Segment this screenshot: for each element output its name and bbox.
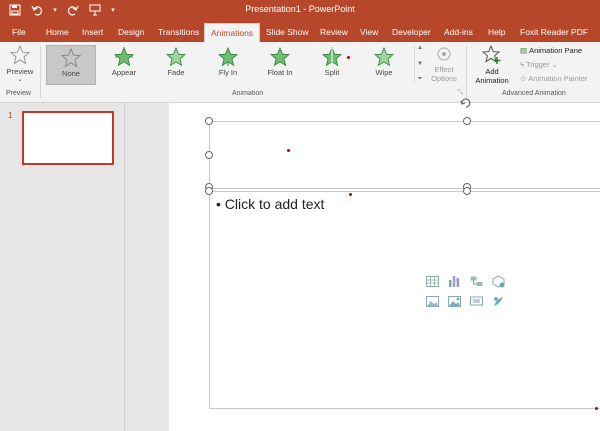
tab-review[interactable]: Review bbox=[320, 22, 348, 42]
animation-pane-label: Animation Pane bbox=[529, 46, 583, 55]
red-marker bbox=[347, 56, 350, 59]
tab-slide-show[interactable]: Slide Show bbox=[266, 22, 309, 42]
content-placeholder[interactable]: • Click to add text bbox=[209, 191, 600, 409]
click-to-add-text: Click to add text bbox=[224, 196, 325, 212]
rotate-handle-icon[interactable] bbox=[460, 97, 472, 109]
animation-fly-in-label: Fly In bbox=[218, 68, 238, 77]
fade-star-icon bbox=[166, 47, 186, 67]
animation-fade[interactable]: Fade bbox=[152, 45, 200, 83]
slide-canvas[interactable]: • Click to add text bbox=[169, 98, 600, 431]
add-animation-button[interactable]: Add Animation bbox=[470, 44, 514, 89]
insert-icons-icon[interactable] bbox=[490, 294, 506, 308]
effect-options-button[interactable]: Effect Options bbox=[426, 45, 462, 87]
insert-chart-icon[interactable] bbox=[446, 274, 462, 288]
add-animation-icon bbox=[481, 44, 501, 64]
tab-add-ins[interactable]: Add-ins bbox=[444, 22, 473, 42]
slide-number: 1 bbox=[8, 111, 13, 120]
wipe-star-icon bbox=[374, 47, 394, 67]
resize-handle[interactable] bbox=[205, 187, 213, 195]
tab-developer[interactable]: Developer bbox=[392, 22, 431, 42]
animation-split-label: Split bbox=[324, 68, 340, 77]
animation-pane-button[interactable]: ▤ Animation Pane bbox=[520, 46, 582, 55]
animation-appear[interactable]: Appear bbox=[100, 45, 148, 83]
add-animation-label: Add Animation bbox=[475, 67, 509, 85]
dialog-launcher-icon[interactable]: ⤡ bbox=[458, 90, 463, 97]
none-star-icon bbox=[61, 48, 81, 68]
animation-float-in[interactable]: Float In bbox=[256, 45, 304, 83]
ribbon-tabs: File Home Insert Design Transitions Anim… bbox=[0, 22, 600, 43]
preview-star-icon bbox=[9, 44, 31, 65]
tab-foxit-reader-pdf[interactable]: Foxit Reader PDF bbox=[520, 22, 588, 42]
red-marker bbox=[595, 407, 598, 410]
red-marker bbox=[349, 193, 352, 196]
slide-thumbnail[interactable] bbox=[22, 111, 114, 165]
gallery-more-icon[interactable]: ⏷ bbox=[418, 76, 423, 83]
animation-painter-icon: ✩ bbox=[520, 74, 527, 83]
animation-none[interactable]: None bbox=[46, 45, 96, 85]
group-label-preview: Preview bbox=[6, 90, 31, 97]
insert-3d-models-icon[interactable] bbox=[490, 274, 506, 288]
animation-appear-label: Appear bbox=[111, 68, 137, 77]
insert-online-picture-icon[interactable] bbox=[446, 294, 462, 308]
gallery-down-icon[interactable]: ▼ bbox=[417, 61, 423, 67]
animation-painter-button[interactable]: ✩ Animation Painter bbox=[520, 74, 588, 83]
resize-handle[interactable] bbox=[205, 117, 213, 125]
insert-table-icon[interactable] bbox=[424, 274, 440, 288]
tab-insert[interactable]: Insert bbox=[82, 22, 103, 42]
animation-fade-label: Fade bbox=[167, 68, 185, 77]
resize-handle[interactable] bbox=[205, 151, 213, 159]
preview-label: Preview bbox=[6, 67, 34, 76]
trigger-button[interactable]: ϟ Trigger ⌄ bbox=[520, 60, 558, 69]
group-separator bbox=[466, 46, 467, 98]
tab-file[interactable]: File bbox=[12, 22, 26, 42]
resize-handle[interactable] bbox=[463, 187, 471, 195]
group-label-animation: Animation bbox=[232, 90, 264, 97]
title-placeholder[interactable] bbox=[209, 121, 600, 189]
effect-options-label: Effect Options bbox=[431, 65, 457, 83]
resize-handle[interactable] bbox=[463, 117, 471, 125]
tab-home[interactable]: Home bbox=[46, 22, 69, 42]
trigger-label: Trigger bbox=[525, 60, 550, 69]
slide-thumbnail-pane[interactable]: 1 bbox=[0, 103, 125, 431]
window-title: Presentation1 - PowerPoint bbox=[245, 4, 355, 14]
tab-view[interactable]: View bbox=[360, 22, 378, 42]
insert-picture-icon[interactable] bbox=[424, 294, 440, 308]
insert-content-icons bbox=[424, 274, 512, 308]
gallery-up-icon[interactable]: ▲ bbox=[417, 45, 423, 51]
group-separator bbox=[40, 46, 41, 98]
trigger-dropdown-icon: ⌄ bbox=[551, 60, 558, 69]
animation-wipe-label: Wipe bbox=[375, 68, 393, 77]
preview-dropdown-icon: ⌄ bbox=[17, 77, 23, 83]
animation-none-label: None bbox=[62, 69, 80, 78]
animation-pane-icon: ▤ bbox=[520, 46, 528, 55]
trigger-icon: ϟ bbox=[520, 60, 524, 69]
gallery-scrollbar[interactable]: ▲ ▼ ⏷ bbox=[414, 45, 425, 83]
tab-design[interactable]: Design bbox=[118, 22, 144, 42]
animation-split[interactable]: Split bbox=[308, 45, 356, 83]
ribbon: Preview ⌄ Preview None Appear Fade Fly I… bbox=[0, 42, 600, 103]
preview-button[interactable]: Preview ⌄ bbox=[4, 44, 36, 87]
tab-help[interactable]: Help bbox=[488, 22, 505, 42]
red-marker bbox=[287, 149, 290, 152]
animation-wipe[interactable]: Wipe bbox=[360, 45, 408, 83]
appear-star-icon bbox=[114, 47, 134, 67]
animation-painter-label: Animation Painter bbox=[528, 74, 588, 83]
group-label-advanced-animation: Advanced Animation bbox=[502, 90, 566, 97]
fly-in-star-icon bbox=[218, 47, 238, 67]
split-star-icon bbox=[322, 47, 342, 67]
slide-editor[interactable]: • Click to add text bbox=[125, 98, 600, 431]
animation-float-in-label: Float In bbox=[267, 68, 293, 77]
title-bar: ▾ ▾ Presentation1 - PowerPoint bbox=[0, 0, 600, 22]
tab-animations[interactable]: Animations bbox=[204, 23, 261, 43]
float-in-star-icon bbox=[270, 47, 290, 67]
insert-smartart-icon[interactable] bbox=[468, 274, 484, 288]
tab-transitions[interactable]: Transitions bbox=[158, 22, 199, 42]
content-placeholder-text: • Click to add text bbox=[216, 196, 325, 212]
animation-fly-in[interactable]: Fly In bbox=[204, 45, 252, 83]
insert-video-icon[interactable] bbox=[468, 294, 484, 308]
effect-options-icon bbox=[437, 47, 451, 61]
